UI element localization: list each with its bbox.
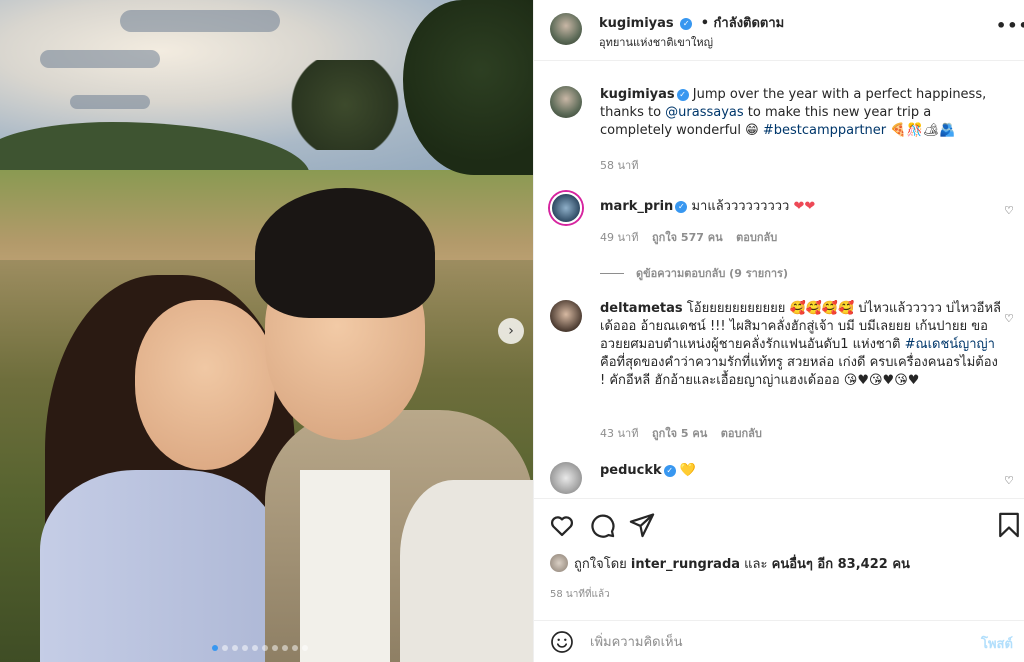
- post-photo[interactable]: ›: [0, 0, 533, 662]
- carousel-dot: [252, 645, 258, 651]
- comment-meta: 43 นาที ถูกใจ 5 คน ตอบกลับ: [600, 424, 772, 442]
- comment-input[interactable]: [590, 631, 950, 653]
- carousel-dot: [222, 645, 228, 651]
- comments-list[interactable]: kugimiyas ✓ Jump over the year with a per…: [534, 62, 1024, 498]
- liked-by: ถูกใจโดย inter_rungrada และ คนอื่นๆ อีก …: [550, 553, 910, 574]
- avatar[interactable]: [550, 300, 582, 332]
- carousel-dot: [242, 645, 248, 651]
- comment-username[interactable]: mark_prin: [600, 199, 673, 214]
- photo-cloud: [70, 95, 150, 109]
- carousel-dot: [212, 645, 218, 651]
- caption-meta: 58 นาที: [600, 156, 648, 174]
- heart-outline-icon[interactable]: ♡: [1004, 474, 1016, 487]
- header-username-row: kugimiyas ✓ • กำลังติดตาม: [599, 12, 784, 33]
- emoji-smile-icon[interactable]: [550, 630, 574, 654]
- post-header: kugimiyas ✓ • กำลังติดตาม อุทยานแห่งชาติ…: [534, 0, 1024, 61]
- comment-body: คือที่สุดของคำว่าความรักที่แท้ทรู สวยหล่…: [600, 355, 998, 388]
- photo-man-tshirt: [300, 470, 390, 662]
- carousel-dot: [302, 645, 308, 651]
- reply-button[interactable]: ตอบกลับ: [721, 427, 762, 440]
- caption-username[interactable]: kugimiyas: [600, 87, 675, 102]
- bookmark-icon[interactable]: [995, 511, 1023, 539]
- verified-icon: ✓: [676, 89, 689, 101]
- photo-man-sleeve: [400, 480, 533, 662]
- avatar[interactable]: [550, 86, 582, 118]
- action-bar: ถูกใจโดย inter_rungrada และ คนอื่นๆ อีก …: [534, 498, 1024, 638]
- follow-status[interactable]: • กำลังติดตาม: [701, 16, 785, 31]
- hashtag-link[interactable]: #ณเดชน์ญาญ่า: [905, 337, 995, 352]
- photo-cloud: [40, 50, 160, 68]
- post-button[interactable]: โพสต์: [981, 633, 1013, 654]
- carousel-dot: [292, 645, 298, 651]
- chevron-right-icon[interactable]: ›: [498, 318, 524, 344]
- verified-icon: ✓: [680, 18, 693, 30]
- comment-emoji: ❤❤: [793, 199, 816, 214]
- avatar[interactable]: [550, 192, 582, 224]
- post-panel: kugimiyas ✓ • กำลังติดตาม อุทยานแห่งชาติ…: [533, 0, 1024, 662]
- verified-icon: ✓: [663, 465, 676, 477]
- comment-username[interactable]: deltametas: [600, 301, 683, 316]
- reply-button[interactable]: ตอบกลับ: [736, 231, 777, 244]
- heart-outline-icon[interactable]: ♡: [1004, 204, 1016, 217]
- carousel-dot: [272, 645, 278, 651]
- caption-text: kugimiyas ✓ Jump over the year with a per…: [600, 86, 1005, 140]
- username-link[interactable]: kugimiyas: [599, 16, 674, 31]
- liked-by-prefix: ถูกใจโดย: [574, 557, 631, 572]
- carousel-indicator: [212, 645, 308, 651]
- comment-text: mark_prin ✓ มาแล้ววววววววว ❤❤: [600, 198, 1005, 216]
- comment-time: 49 นาที: [600, 231, 639, 244]
- more-options-icon[interactable]: •••: [996, 16, 1024, 35]
- avatar[interactable]: [550, 462, 582, 494]
- comment-text: peduckk ✓ 💛: [600, 462, 1005, 480]
- comment-text: deltametas โอ้ยยยยยยยยยยย 🥰🥰🥰🥰 บ่ไหวแล้ว…: [600, 300, 1005, 390]
- photo-woman-shirt: [40, 470, 280, 662]
- share-icon[interactable]: [628, 511, 656, 539]
- divider: [600, 273, 624, 274]
- heart-outline-icon[interactable]: [548, 511, 576, 539]
- comment-meta: 49 นาที ถูกใจ 577 คน ตอบกลับ: [600, 228, 787, 246]
- carousel-dot: [282, 645, 288, 651]
- comment-emoji: 💛: [679, 463, 697, 478]
- comment-likes[interactable]: ถูกใจ 5 คน: [652, 427, 707, 440]
- caption-emoji: 😁: [745, 123, 759, 138]
- comment-icon[interactable]: [588, 511, 616, 539]
- photo-woman-face: [135, 300, 275, 470]
- comment-body: มาแล้ววววววววว: [687, 199, 794, 214]
- comment-username[interactable]: peduckk: [600, 463, 662, 478]
- photo-cloud: [120, 10, 280, 32]
- liked-by-others[interactable]: คนอื่นๆ อีก 83,422 คน: [772, 557, 910, 572]
- carousel-dot: [262, 645, 268, 651]
- carousel-dot: [232, 645, 238, 651]
- photo-tree: [285, 60, 405, 150]
- mention-link[interactable]: @urassayas: [665, 105, 744, 120]
- photo-man-hair: [255, 188, 435, 318]
- view-replies-label: ดูข้อความตอบกลับ (9 รายการ): [636, 267, 788, 280]
- liked-by-middle: และ: [740, 557, 772, 572]
- avatar[interactable]: [550, 13, 582, 45]
- heart-outline-icon[interactable]: ♡: [1004, 312, 1016, 325]
- hashtag-link[interactable]: #bestcamppartner: [763, 123, 886, 138]
- add-comment-bar: โพสต์: [534, 620, 1024, 662]
- comment-time: 43 นาที: [600, 427, 639, 440]
- post-timestamp[interactable]: 58 นาทีที่แล้ว: [550, 587, 610, 602]
- avatar[interactable]: [550, 554, 568, 572]
- view-replies-button[interactable]: ดูข้อความตอบกลับ (9 รายการ): [600, 264, 788, 282]
- verified-icon: ✓: [675, 201, 688, 213]
- location-link[interactable]: อุทยานแห่งชาติเขาใหญ่: [599, 33, 713, 51]
- liked-by-user[interactable]: inter_rungrada: [631, 557, 740, 572]
- comment-likes[interactable]: ถูกใจ 577 คน: [652, 231, 723, 244]
- caption-emoji: 🍕🎊🏕🫂: [890, 123, 956, 138]
- caption-time: 58 นาที: [600, 159, 639, 172]
